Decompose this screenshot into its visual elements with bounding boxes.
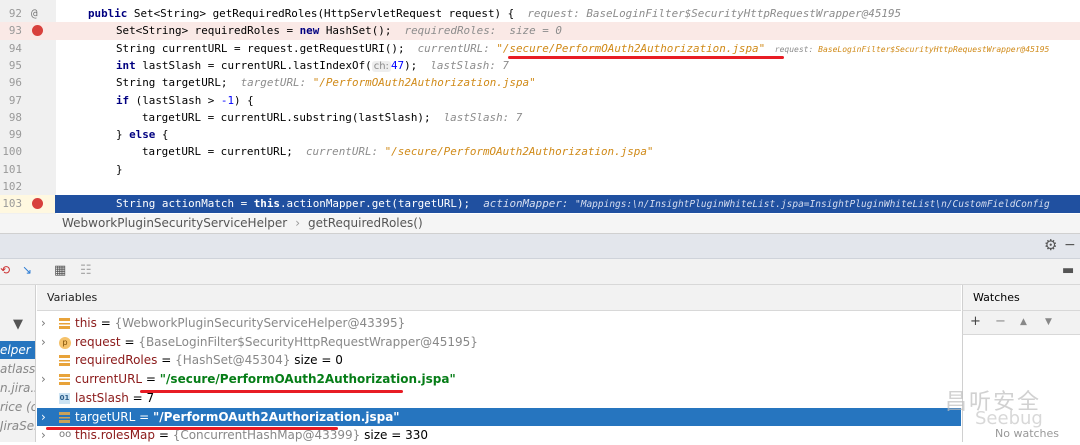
variables-tree: › this = {WebworkPluginSecurityServiceHel… bbox=[37, 311, 961, 442]
run-to-cursor-icon[interactable]: ↘ bbox=[22, 263, 32, 277]
move-up-button[interactable]: ▲ bbox=[1020, 317, 1027, 327]
code-line-101: 101} bbox=[2, 162, 123, 176]
watermark-brand: Seebug bbox=[975, 408, 1043, 429]
restore-frame-icon[interactable]: ⟲ bbox=[0, 263, 10, 277]
debug-toolbar: ⟲ ↘ ▦ ☷ ▬ bbox=[0, 259, 1080, 285]
evaluate-expression-icon[interactable]: ▦ bbox=[54, 263, 66, 278]
frame-item-selected[interactable]: elper (c bbox=[0, 341, 35, 359]
breadcrumb: WebworkPluginSecurityServiceHelper › getRe… bbox=[0, 214, 1080, 233]
code-line-100: 100 targetURL = currentURL; currentURL: "… bbox=[2, 145, 654, 159]
primitive-icon: 01 bbox=[59, 392, 70, 404]
gear-icon[interactable]: ⚙ bbox=[1044, 236, 1057, 254]
frame-item[interactable]: JiraSer bbox=[0, 417, 35, 435]
breakpoint-icon[interactable] bbox=[32, 25, 43, 37]
frames-panel: ▼ elper (c atlassia n.jira.se rice (co J… bbox=[0, 285, 36, 442]
code-line-93: 93 Set<String> requiredRoles = new HashSe… bbox=[0, 22, 1080, 40]
frame-item[interactable]: rice (co bbox=[0, 398, 35, 416]
variable-row[interactable]: requiredRoles = {HashSet@45304} size = 0 bbox=[37, 351, 961, 370]
code-line-99: 99} else { bbox=[8, 128, 169, 142]
watches-toolbar: + − ▲ ▼ bbox=[962, 311, 1080, 335]
parameter-icon: p bbox=[59, 336, 71, 349]
layout-icon[interactable]: ▬ bbox=[1062, 263, 1074, 278]
code-line-102: 102 bbox=[2, 180, 22, 193]
annotation-underline bbox=[140, 390, 403, 393]
variable-row[interactable]: › this = {WebworkPluginSecurityServiceHel… bbox=[37, 314, 961, 333]
code-line-103-current: 103 String actionMatch = this.actionMappe… bbox=[0, 195, 1080, 213]
code-line-95: 95 int lastSlash = currentURL.lastIndexOf… bbox=[8, 58, 509, 72]
breadcrumb-method[interactable]: getRequiredRoles() bbox=[308, 216, 423, 230]
filter-icon[interactable]: ▼ bbox=[13, 317, 23, 332]
expand-icon: › bbox=[41, 334, 46, 349]
code-line-97: 97 if (lastSlash > -1) { bbox=[8, 93, 254, 107]
variable-row[interactable]: › p request = {BaseLoginFilter$SecurityHtt… bbox=[37, 333, 961, 352]
annotation-underline bbox=[508, 56, 784, 59]
watches-title: Watches bbox=[962, 285, 1080, 311]
trace-icon[interactable]: ☷ bbox=[80, 263, 92, 278]
add-watch-button[interactable]: + bbox=[970, 314, 981, 329]
code-editor[interactable]: 92 @ public Set<String> getRequiredRoles(H… bbox=[0, 0, 1080, 214]
field-icon bbox=[59, 374, 70, 386]
expand-icon: › bbox=[41, 316, 46, 330]
expand-icon: › bbox=[41, 409, 46, 424]
variable-row[interactable]: › currentURL = "/secure/PerformOAuth2Auth… bbox=[37, 370, 961, 389]
code-line-98: 98 targetURL = currentURL.substring(lastS… bbox=[8, 110, 523, 124]
frame-item[interactable]: n.jira.se bbox=[0, 379, 35, 397]
breadcrumb-class[interactable]: WebworkPluginSecurityServiceHelper bbox=[62, 216, 287, 230]
code-line-94: 94 String currentURL = request.getRequest… bbox=[8, 41, 1050, 55]
field-icon bbox=[59, 318, 70, 329]
annotation-underline bbox=[46, 427, 338, 430]
debug-tool-header: ⚙ − bbox=[0, 233, 1080, 259]
code-line-96: 96 String targetURL; targetURL: "/Perform… bbox=[8, 76, 536, 90]
remove-watch-button[interactable]: − bbox=[995, 314, 1006, 329]
frame-item[interactable]: atlassia bbox=[0, 360, 35, 378]
override-icon: @ bbox=[31, 7, 38, 20]
variable-row-selected[interactable]: › targetURL = "/PerformOAuth2Authorizatio… bbox=[37, 407, 961, 427]
expand-icon: › bbox=[41, 428, 46, 443]
param-hint: ch: bbox=[371, 60, 391, 72]
variables-title: Variables bbox=[37, 285, 961, 311]
field-icon bbox=[59, 411, 70, 423]
move-down-button[interactable]: ▼ bbox=[1045, 317, 1052, 327]
expand-icon: › bbox=[41, 372, 46, 387]
field-icon bbox=[59, 355, 70, 367]
minimize-icon[interactable]: − bbox=[1064, 237, 1076, 253]
code-line-92: 92 @ public Set<String> getRequiredRoles(H… bbox=[0, 5, 1080, 22]
